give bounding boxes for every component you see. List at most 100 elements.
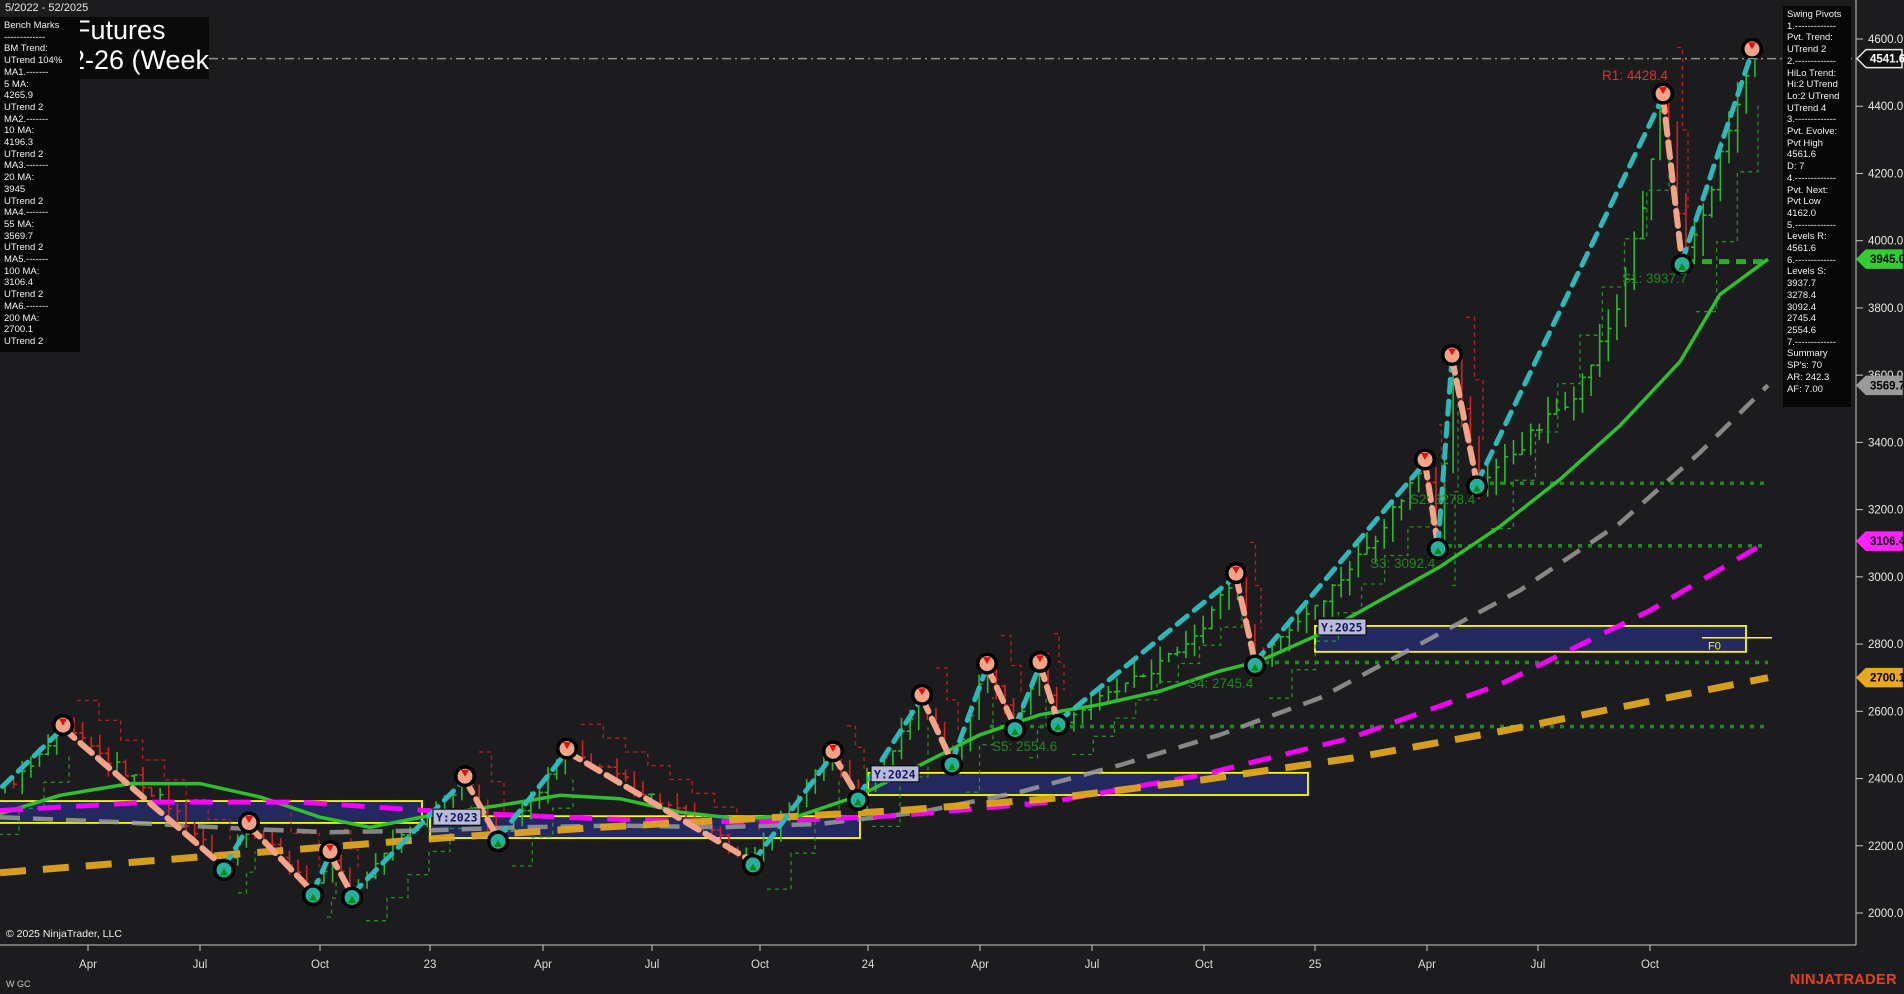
- time-tick-label[interactable]: Oct: [751, 959, 770, 971]
- price-tag-label: 3569.7: [1870, 380, 1904, 392]
- swing-pivots-line: Hi:2 UTrend: [1787, 79, 1851, 91]
- bench-marks-line: MA6.-------: [4, 301, 80, 313]
- time-tick-label[interactable]: Apr: [971, 959, 989, 971]
- downtrend-line: [987, 667, 1015, 727]
- time-tick-label[interactable]: Apr: [79, 959, 97, 971]
- swing-pivots-line: 4.-------------: [1787, 173, 1851, 185]
- swing-pivots-line: 3278.4: [1787, 290, 1851, 302]
- time-tick-label[interactable]: Jul: [1085, 959, 1100, 971]
- downtrend-line: [1663, 97, 1682, 262]
- swing-pivots-line: 4561.6: [1787, 149, 1851, 161]
- resistance-annotation: R1: 4428.4: [1602, 68, 1669, 83]
- swing-pivots-line: 3.-------------: [1787, 114, 1851, 126]
- bench-marks-line: 4196.3: [4, 137, 80, 149]
- price-tag-label: 4541.6: [1870, 54, 1904, 66]
- price-tick-label: 2200.0: [1868, 841, 1903, 853]
- price-tick-label: 3400.0: [1868, 437, 1903, 449]
- swing-pivots-line: AR: 242.3: [1787, 372, 1851, 384]
- price-tick-label: 2800.0: [1868, 639, 1903, 651]
- swing-pivots-line: UTrend 2: [1787, 44, 1851, 56]
- time-tick-label[interactable]: Apr: [1418, 959, 1436, 971]
- price-tag-label: 3106.4: [1870, 536, 1904, 548]
- time-tick-label[interactable]: Oct: [1195, 959, 1214, 971]
- swing-pivots-line: 1.-------------: [1787, 21, 1851, 33]
- swing-pivots-line: UTrend 4: [1787, 103, 1851, 115]
- downtrend-line: [1452, 358, 1477, 483]
- time-tick-label[interactable]: 23: [424, 959, 437, 971]
- swing-pivots-line: AF: 7.00: [1787, 384, 1851, 396]
- swing-pivots-line: Swing Pivots: [1787, 9, 1851, 21]
- chart-title-line1: Futures: [74, 17, 166, 46]
- bench-marks-line: -------------: [4, 32, 80, 44]
- time-tick-label[interactable]: Oct: [311, 959, 330, 971]
- price-tick-label: 2000.0: [1868, 908, 1903, 920]
- bench-marks-line: UTrend 2: [4, 196, 80, 208]
- swing-pivots-line: 4561.6: [1787, 243, 1851, 255]
- swing-pivots-line: Lo:2 UTrend: [1787, 91, 1851, 103]
- year-label: Y:2025: [1321, 620, 1363, 634]
- downtrend-line: [249, 826, 313, 893]
- plot-area[interactable]: F0Y:2023Y:2024Y:2025R1: 4428.4S1: 3937.7…: [0, 38, 1772, 921]
- time-tick-label[interactable]: Jul: [193, 959, 208, 971]
- bench-marks-line: 2700.1: [4, 324, 80, 336]
- uptrend-line: [952, 667, 987, 762]
- swing-pivots-line: 2554.6: [1787, 325, 1851, 337]
- swing-pivots-line: D: 7: [1787, 161, 1851, 173]
- bench-marks-line: 200 MA:: [4, 313, 80, 325]
- bench-marks-line: 100 MA:: [4, 266, 80, 278]
- bench-marks-line: MA4.-------: [4, 207, 80, 219]
- time-tick-label[interactable]: Jul: [645, 959, 660, 971]
- price-chart[interactable]: F0Y:2023Y:2024Y:2025R1: 4428.4S1: 3937.7…: [0, 0, 1904, 994]
- uptrend-line: [1682, 52, 1752, 262]
- swing-pivots-line: 6.-------------: [1787, 255, 1851, 267]
- price-tick-label: 2600.0: [1868, 706, 1903, 718]
- f0-label: F0: [1708, 641, 1721, 653]
- hilo-down-step: [344, 829, 358, 869]
- hilo-up-step: [238, 852, 255, 893]
- swing-pivots-line: Pvt. Next:: [1787, 185, 1851, 197]
- copyright-text: © 2025 NinjaTrader, LLC: [6, 928, 122, 940]
- time-tick-label[interactable]: 24: [862, 959, 875, 971]
- hilo-down-step: [936, 668, 958, 732]
- year-label: Y:2023: [436, 811, 478, 825]
- swing-pivots-line: Levels R:: [1787, 231, 1851, 243]
- swing-pivots-panel: Swing Pivots1.-------------Pvt. Trend:UT…: [1783, 6, 1851, 407]
- swing-pivots-line: Summary: [1787, 348, 1851, 360]
- bench-marks-line: 3569.7: [4, 231, 80, 243]
- year-range-box: [1315, 626, 1746, 652]
- swing-pivots-line: 7.-------------: [1787, 337, 1851, 349]
- year-label: Y:2024: [874, 767, 916, 781]
- swing-pivots-line: Levels S:: [1787, 266, 1851, 278]
- bench-marks-line: UTrend 2: [4, 149, 80, 161]
- time-tick-label[interactable]: Oct: [1641, 959, 1660, 971]
- swing-pivots-line: HiLo Trend:: [1787, 68, 1851, 80]
- price-tick-label: 4600.0: [1868, 34, 1903, 46]
- bench-marks-line: 3106.4: [4, 277, 80, 289]
- bench-marks-line: UTrend 2: [4, 289, 80, 301]
- downtrend-line: [922, 698, 952, 762]
- time-tick-label[interactable]: 25: [1309, 959, 1322, 971]
- hilo-down-step: [479, 752, 504, 811]
- bench-marks-line: Bench Marks: [4, 20, 80, 32]
- support-annotation: S4: 2745.4: [1188, 676, 1254, 691]
- bench-marks-line: UTrend 2: [4, 336, 80, 348]
- price-tick-label: 3200.0: [1868, 505, 1903, 517]
- price-tick-label: 4200.0: [1868, 168, 1903, 180]
- swing-pivots-line: 3937.7: [1787, 278, 1851, 290]
- support-annotation: S2: 3278.4: [1410, 492, 1476, 507]
- swing-pivots-line: SP's: 70: [1787, 360, 1851, 372]
- price-tag-label: 3945.0: [1870, 254, 1904, 266]
- swing-pivots-line: 5.-------------: [1787, 220, 1851, 232]
- time-tick-label[interactable]: Jul: [1531, 959, 1546, 971]
- swing-pivots-line: Pvt High: [1787, 138, 1851, 150]
- time-tick-label[interactable]: Apr: [534, 959, 552, 971]
- bench-marks-line: BM Trend:: [4, 43, 80, 55]
- bench-marks-line: UTrend 2: [4, 242, 80, 254]
- hilo-down-step: [1677, 48, 1688, 213]
- swing-pivots-line: Pvt. Trend:: [1787, 32, 1851, 44]
- bench-marks-line: 20 MA:: [4, 172, 80, 184]
- swing-pivots-line: 2745.4: [1787, 313, 1851, 325]
- swing-pivots-line: Pvt. Evolve:: [1787, 126, 1851, 138]
- swing-pivots-line: 3092.4: [1787, 302, 1851, 314]
- bench-marks-line: 55 MA:: [4, 219, 80, 231]
